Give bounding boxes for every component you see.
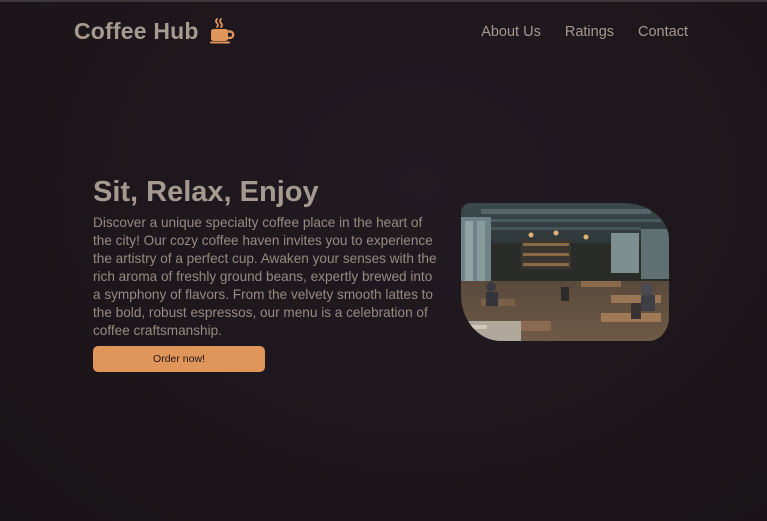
nav-links: About Us Ratings Contact — [481, 24, 688, 40]
nav-link-about-us[interactable]: About Us — [481, 24, 541, 40]
coffee-cup-icon — [209, 18, 234, 44]
nav-link-ratings[interactable]: Ratings — [565, 24, 614, 40]
hero-title: Sit, Relax, Enjoy — [93, 176, 319, 208]
cafe-interior-image — [461, 203, 669, 341]
hero-description: Discover a unique specialty coffee place… — [93, 215, 437, 338]
cafe-interior-photo — [461, 203, 669, 341]
brand-name: Coffee Hub — [74, 17, 199, 44]
brand-logo[interactable]: Coffee Hub — [74, 17, 236, 45]
order-now-button[interactable]: Order now! — [93, 346, 265, 372]
navbar: Coffee Hub About Us Ratings Contact — [0, 2, 767, 58]
nav-link-contact[interactable]: Contact — [638, 24, 688, 40]
hero-section: Sit, Relax, Enjoy Discover a unique spec… — [93, 174, 443, 372]
